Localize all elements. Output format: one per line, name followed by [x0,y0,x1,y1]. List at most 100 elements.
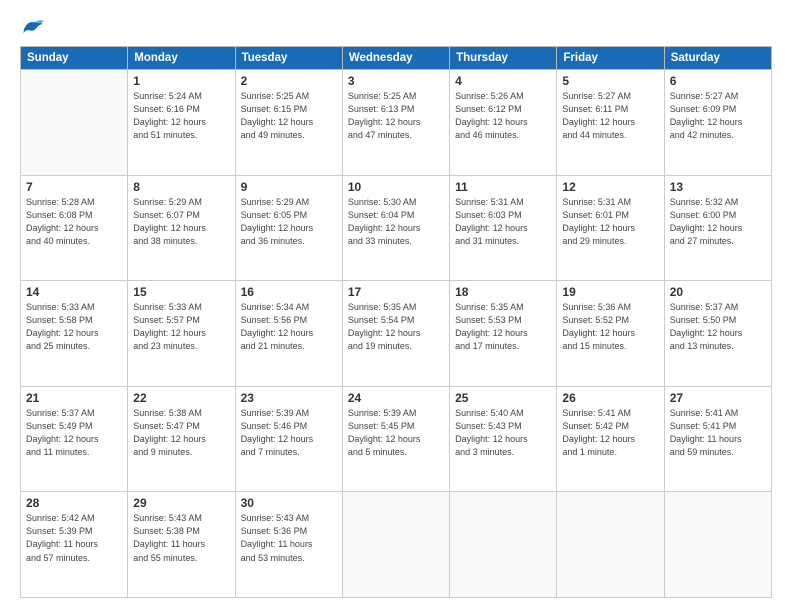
calendar-week-1: 1Sunrise: 5:24 AM Sunset: 6:16 PM Daylig… [21,70,772,176]
calendar-week-5: 28Sunrise: 5:42 AM Sunset: 5:39 PM Dayli… [21,492,772,598]
weekday-thursday: Thursday [450,47,557,70]
day-info: Sunrise: 5:33 AM Sunset: 5:58 PM Dayligh… [26,301,122,353]
day-info: Sunrise: 5:29 AM Sunset: 6:05 PM Dayligh… [241,196,337,248]
calendar-week-2: 7Sunrise: 5:28 AM Sunset: 6:08 PM Daylig… [21,175,772,281]
calendar-day-cell: 28Sunrise: 5:42 AM Sunset: 5:39 PM Dayli… [21,492,128,598]
day-info: Sunrise: 5:27 AM Sunset: 6:09 PM Dayligh… [670,90,766,142]
day-info: Sunrise: 5:43 AM Sunset: 5:38 PM Dayligh… [133,512,229,564]
calendar-week-3: 14 Sunrise: 5:33 AM Sunset: 5:58 PM Dayli… [21,281,772,387]
day-info: Sunrise: 5:40 AM Sunset: 5:43 PM Dayligh… [455,407,551,459]
day-info: Sunrise: 5:27 AM Sunset: 6:11 PM Dayligh… [562,90,658,142]
day-number: 10 [348,180,444,194]
day-number: 15 [133,285,229,299]
day-number: 26 [562,391,658,405]
calendar-day-cell [450,492,557,598]
calendar-day-cell: 4 Sunrise: 5:26 AM Sunset: 6:12 PM Daylig… [450,70,557,176]
day-number: 13 [670,180,766,194]
weekday-sunday: Sunday [21,47,128,70]
calendar-day-cell: 9 Sunrise: 5:29 AM Sunset: 6:05 PM Daylig… [235,175,342,281]
calendar-day-cell: 24 Sunrise: 5:39 AM Sunset: 5:45 PM Dayli… [342,386,449,492]
logo [20,18,44,36]
calendar-day-cell: 1Sunrise: 5:24 AM Sunset: 6:16 PM Daylig… [128,70,235,176]
calendar-day-cell: 2 Sunrise: 5:25 AM Sunset: 6:15 PM Daylig… [235,70,342,176]
day-number: 4 [455,74,551,88]
day-info: Sunrise: 5:42 AM Sunset: 5:39 PM Dayligh… [26,512,122,564]
calendar-day-cell: 16 Sunrise: 5:34 AM Sunset: 5:56 PM Dayli… [235,281,342,387]
weekday-saturday: Saturday [664,47,771,70]
calendar-day-cell [342,492,449,598]
calendar-day-cell: 19 Sunrise: 5:36 AM Sunset: 5:52 PM Dayli… [557,281,664,387]
calendar-day-cell: 21 Sunrise: 5:37 AM Sunset: 5:49 PM Dayli… [21,386,128,492]
calendar-day-cell: 10 Sunrise: 5:30 AM Sunset: 6:04 PM Dayli… [342,175,449,281]
day-number: 25 [455,391,551,405]
day-number: 24 [348,391,444,405]
day-info: Sunrise: 5:34 AM Sunset: 5:56 PM Dayligh… [241,301,337,353]
day-number: 16 [241,285,337,299]
calendar-day-cell: 5Sunrise: 5:27 AM Sunset: 6:11 PM Daylig… [557,70,664,176]
day-number: 20 [670,285,766,299]
calendar-day-cell: 7Sunrise: 5:28 AM Sunset: 6:08 PM Daylig… [21,175,128,281]
calendar-day-cell: 11Sunrise: 5:31 AM Sunset: 6:03 PM Dayli… [450,175,557,281]
day-info: Sunrise: 5:37 AM Sunset: 5:49 PM Dayligh… [26,407,122,459]
day-info: Sunrise: 5:25 AM Sunset: 6:13 PM Dayligh… [348,90,444,142]
calendar-day-cell [664,492,771,598]
calendar-day-cell: 22Sunrise: 5:38 AM Sunset: 5:47 PM Dayli… [128,386,235,492]
day-number: 27 [670,391,766,405]
day-info: Sunrise: 5:39 AM Sunset: 5:46 PM Dayligh… [241,407,337,459]
day-number: 2 [241,74,337,88]
day-number: 21 [26,391,122,405]
day-info: Sunrise: 5:30 AM Sunset: 6:04 PM Dayligh… [348,196,444,248]
calendar-day-cell: 6Sunrise: 5:27 AM Sunset: 6:09 PM Daylig… [664,70,771,176]
day-number: 8 [133,180,229,194]
day-info: Sunrise: 5:35 AM Sunset: 5:53 PM Dayligh… [455,301,551,353]
calendar-day-cell: 30 Sunrise: 5:43 AM Sunset: 5:36 PM Dayli… [235,492,342,598]
day-info: Sunrise: 5:25 AM Sunset: 6:15 PM Dayligh… [241,90,337,142]
calendar-day-cell: 20 Sunrise: 5:37 AM Sunset: 5:50 PM Dayli… [664,281,771,387]
day-number: 18 [455,285,551,299]
weekday-monday: Monday [128,47,235,70]
day-number: 14 [26,285,122,299]
day-number: 17 [348,285,444,299]
calendar-week-4: 21 Sunrise: 5:37 AM Sunset: 5:49 PM Dayli… [21,386,772,492]
day-info: Sunrise: 5:28 AM Sunset: 6:08 PM Dayligh… [26,196,122,248]
calendar-day-cell: 8 Sunrise: 5:29 AM Sunset: 6:07 PM Daylig… [128,175,235,281]
day-info: Sunrise: 5:29 AM Sunset: 6:07 PM Dayligh… [133,196,229,248]
day-info: Sunrise: 5:41 AM Sunset: 5:41 PM Dayligh… [670,407,766,459]
calendar-day-cell: 29 Sunrise: 5:43 AM Sunset: 5:38 PM Dayli… [128,492,235,598]
weekday-friday: Friday [557,47,664,70]
day-info: Sunrise: 5:36 AM Sunset: 5:52 PM Dayligh… [562,301,658,353]
weekday-header-row: SundayMondayTuesdayWednesdayThursdayFrid… [21,47,772,70]
calendar-day-cell: 17 Sunrise: 5:35 AM Sunset: 5:54 PM Dayli… [342,281,449,387]
calendar-day-cell [557,492,664,598]
calendar-day-cell: 25 Sunrise: 5:40 AM Sunset: 5:43 PM Dayli… [450,386,557,492]
day-info: Sunrise: 5:37 AM Sunset: 5:50 PM Dayligh… [670,301,766,353]
header [20,18,772,36]
day-number: 30 [241,496,337,510]
calendar-day-cell: 26 Sunrise: 5:41 AM Sunset: 5:42 PM Dayli… [557,386,664,492]
day-number: 3 [348,74,444,88]
calendar-day-cell: 15 Sunrise: 5:33 AM Sunset: 5:57 PM Dayli… [128,281,235,387]
calendar-day-cell: 23 Sunrise: 5:39 AM Sunset: 5:46 PM Dayli… [235,386,342,492]
logo-bird-icon [22,18,44,36]
day-number: 29 [133,496,229,510]
day-number: 19 [562,285,658,299]
day-info: Sunrise: 5:35 AM Sunset: 5:54 PM Dayligh… [348,301,444,353]
day-info: Sunrise: 5:32 AM Sunset: 6:00 PM Dayligh… [670,196,766,248]
calendar-day-cell: 3 Sunrise: 5:25 AM Sunset: 6:13 PM Daylig… [342,70,449,176]
calendar-day-cell: 12Sunrise: 5:31 AM Sunset: 6:01 PM Dayli… [557,175,664,281]
day-number: 9 [241,180,337,194]
day-info: Sunrise: 5:43 AM Sunset: 5:36 PM Dayligh… [241,512,337,564]
day-number: 12 [562,180,658,194]
day-info: Sunrise: 5:39 AM Sunset: 5:45 PM Dayligh… [348,407,444,459]
day-number: 11 [455,180,551,194]
calendar-day-cell: 13 Sunrise: 5:32 AM Sunset: 6:00 PM Dayli… [664,175,771,281]
weekday-tuesday: Tuesday [235,47,342,70]
day-info: Sunrise: 5:26 AM Sunset: 6:12 PM Dayligh… [455,90,551,142]
day-info: Sunrise: 5:24 AM Sunset: 6:16 PM Dayligh… [133,90,229,142]
calendar-day-cell: 18 Sunrise: 5:35 AM Sunset: 5:53 PM Dayli… [450,281,557,387]
day-info: Sunrise: 5:41 AM Sunset: 5:42 PM Dayligh… [562,407,658,459]
calendar-table: SundayMondayTuesdayWednesdayThursdayFrid… [20,46,772,598]
day-info: Sunrise: 5:33 AM Sunset: 5:57 PM Dayligh… [133,301,229,353]
calendar-day-cell: 14 Sunrise: 5:33 AM Sunset: 5:58 PM Dayli… [21,281,128,387]
day-number: 23 [241,391,337,405]
